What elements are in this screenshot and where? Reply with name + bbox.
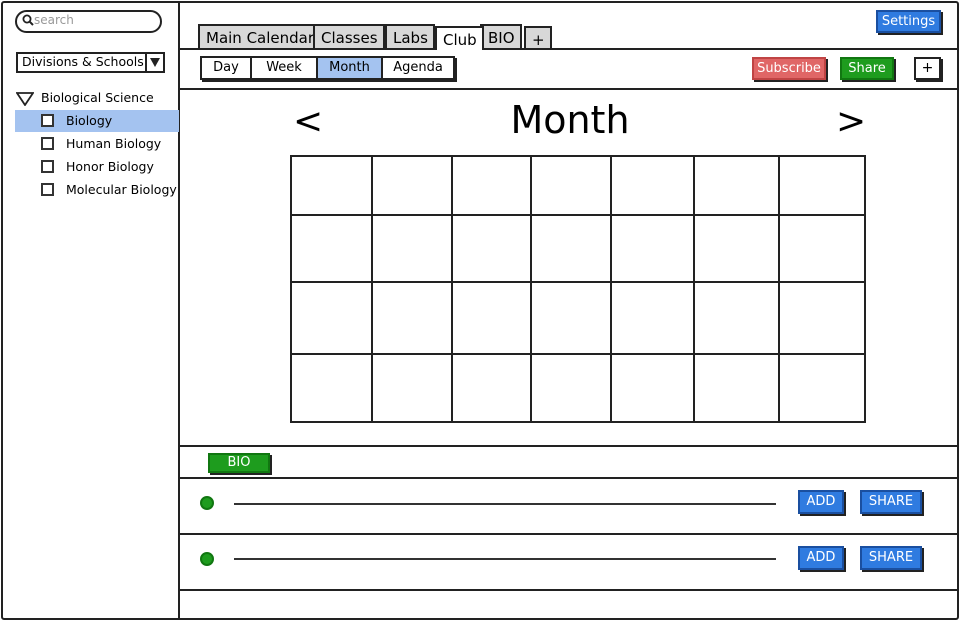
- section-divider: [180, 445, 959, 447]
- grid-column-line: [693, 155, 695, 423]
- add-event-button[interactable]: ADD: [798, 490, 844, 514]
- share-event-button[interactable]: SHARE: [860, 490, 922, 514]
- view-month-button[interactable]: Month: [318, 58, 381, 78]
- add-button[interactable]: +: [914, 57, 941, 80]
- month-title: Month: [510, 98, 630, 142]
- add-event-button[interactable]: ADD: [798, 546, 844, 570]
- status-dot: [200, 552, 214, 566]
- tree-item-molecular-biology[interactable]: Molecular Biology: [66, 182, 177, 197]
- grid-row-line: [290, 353, 866, 355]
- status-dot: [200, 496, 214, 510]
- view-agenda-button[interactable]: Agenda: [383, 58, 453, 78]
- checkbox-human-biology[interactable]: [41, 137, 54, 150]
- subscribe-button[interactable]: Subscribe: [752, 57, 826, 80]
- tab-bio[interactable]: BIO: [480, 24, 522, 48]
- grid-row-line: [290, 214, 866, 216]
- chevron-down-icon[interactable]: [150, 58, 160, 67]
- grid-column-line: [778, 155, 780, 423]
- tab-classes[interactable]: Classes: [313, 24, 385, 48]
- search-icon: [22, 14, 34, 26]
- event-row-line: [234, 558, 776, 560]
- event-row-line: [234, 503, 776, 505]
- section-divider: [180, 477, 959, 479]
- section-divider: [180, 533, 959, 535]
- next-month-button[interactable]: >: [836, 104, 866, 140]
- tree-expand-icon[interactable]: [16, 92, 34, 106]
- sidebar-divider: [178, 2, 180, 620]
- view-week-button[interactable]: Week: [252, 58, 316, 78]
- checkbox-molecular-biology[interactable]: [41, 183, 54, 196]
- tab-main-calendar[interactable]: Main Calendar: [198, 24, 322, 48]
- bio-tag-button[interactable]: BIO: [208, 453, 270, 473]
- prev-month-button[interactable]: <: [293, 104, 323, 140]
- checkbox-honor-biology[interactable]: [41, 160, 54, 173]
- settings-button[interactable]: Settings: [876, 10, 941, 33]
- tab-add[interactable]: +: [524, 26, 552, 49]
- tab-club[interactable]: Club: [435, 26, 484, 50]
- grid-row-line: [290, 281, 866, 283]
- grid-column-line: [451, 155, 453, 423]
- grid-column-line: [371, 155, 373, 423]
- tab-labs[interactable]: Labs: [385, 24, 435, 48]
- division-select-divider: [145, 52, 147, 73]
- checkbox-biology[interactable]: [41, 114, 54, 127]
- search-placeholder: search: [34, 13, 74, 27]
- tree-item-human-biology[interactable]: Human Biology: [66, 136, 161, 151]
- tree-item-biology[interactable]: Biology: [66, 113, 112, 128]
- share-event-button[interactable]: SHARE: [860, 546, 922, 570]
- share-button[interactable]: Share: [840, 57, 894, 80]
- grid-column-line: [530, 155, 532, 423]
- view-day-button[interactable]: Day: [202, 58, 250, 78]
- tree-root-label[interactable]: Biological Science: [41, 90, 154, 105]
- grid-column-line: [610, 155, 612, 423]
- tree-item-honor-biology[interactable]: Honor Biology: [66, 159, 154, 174]
- division-select-label: Divisions & Schools: [22, 54, 144, 69]
- section-divider: [180, 589, 959, 591]
